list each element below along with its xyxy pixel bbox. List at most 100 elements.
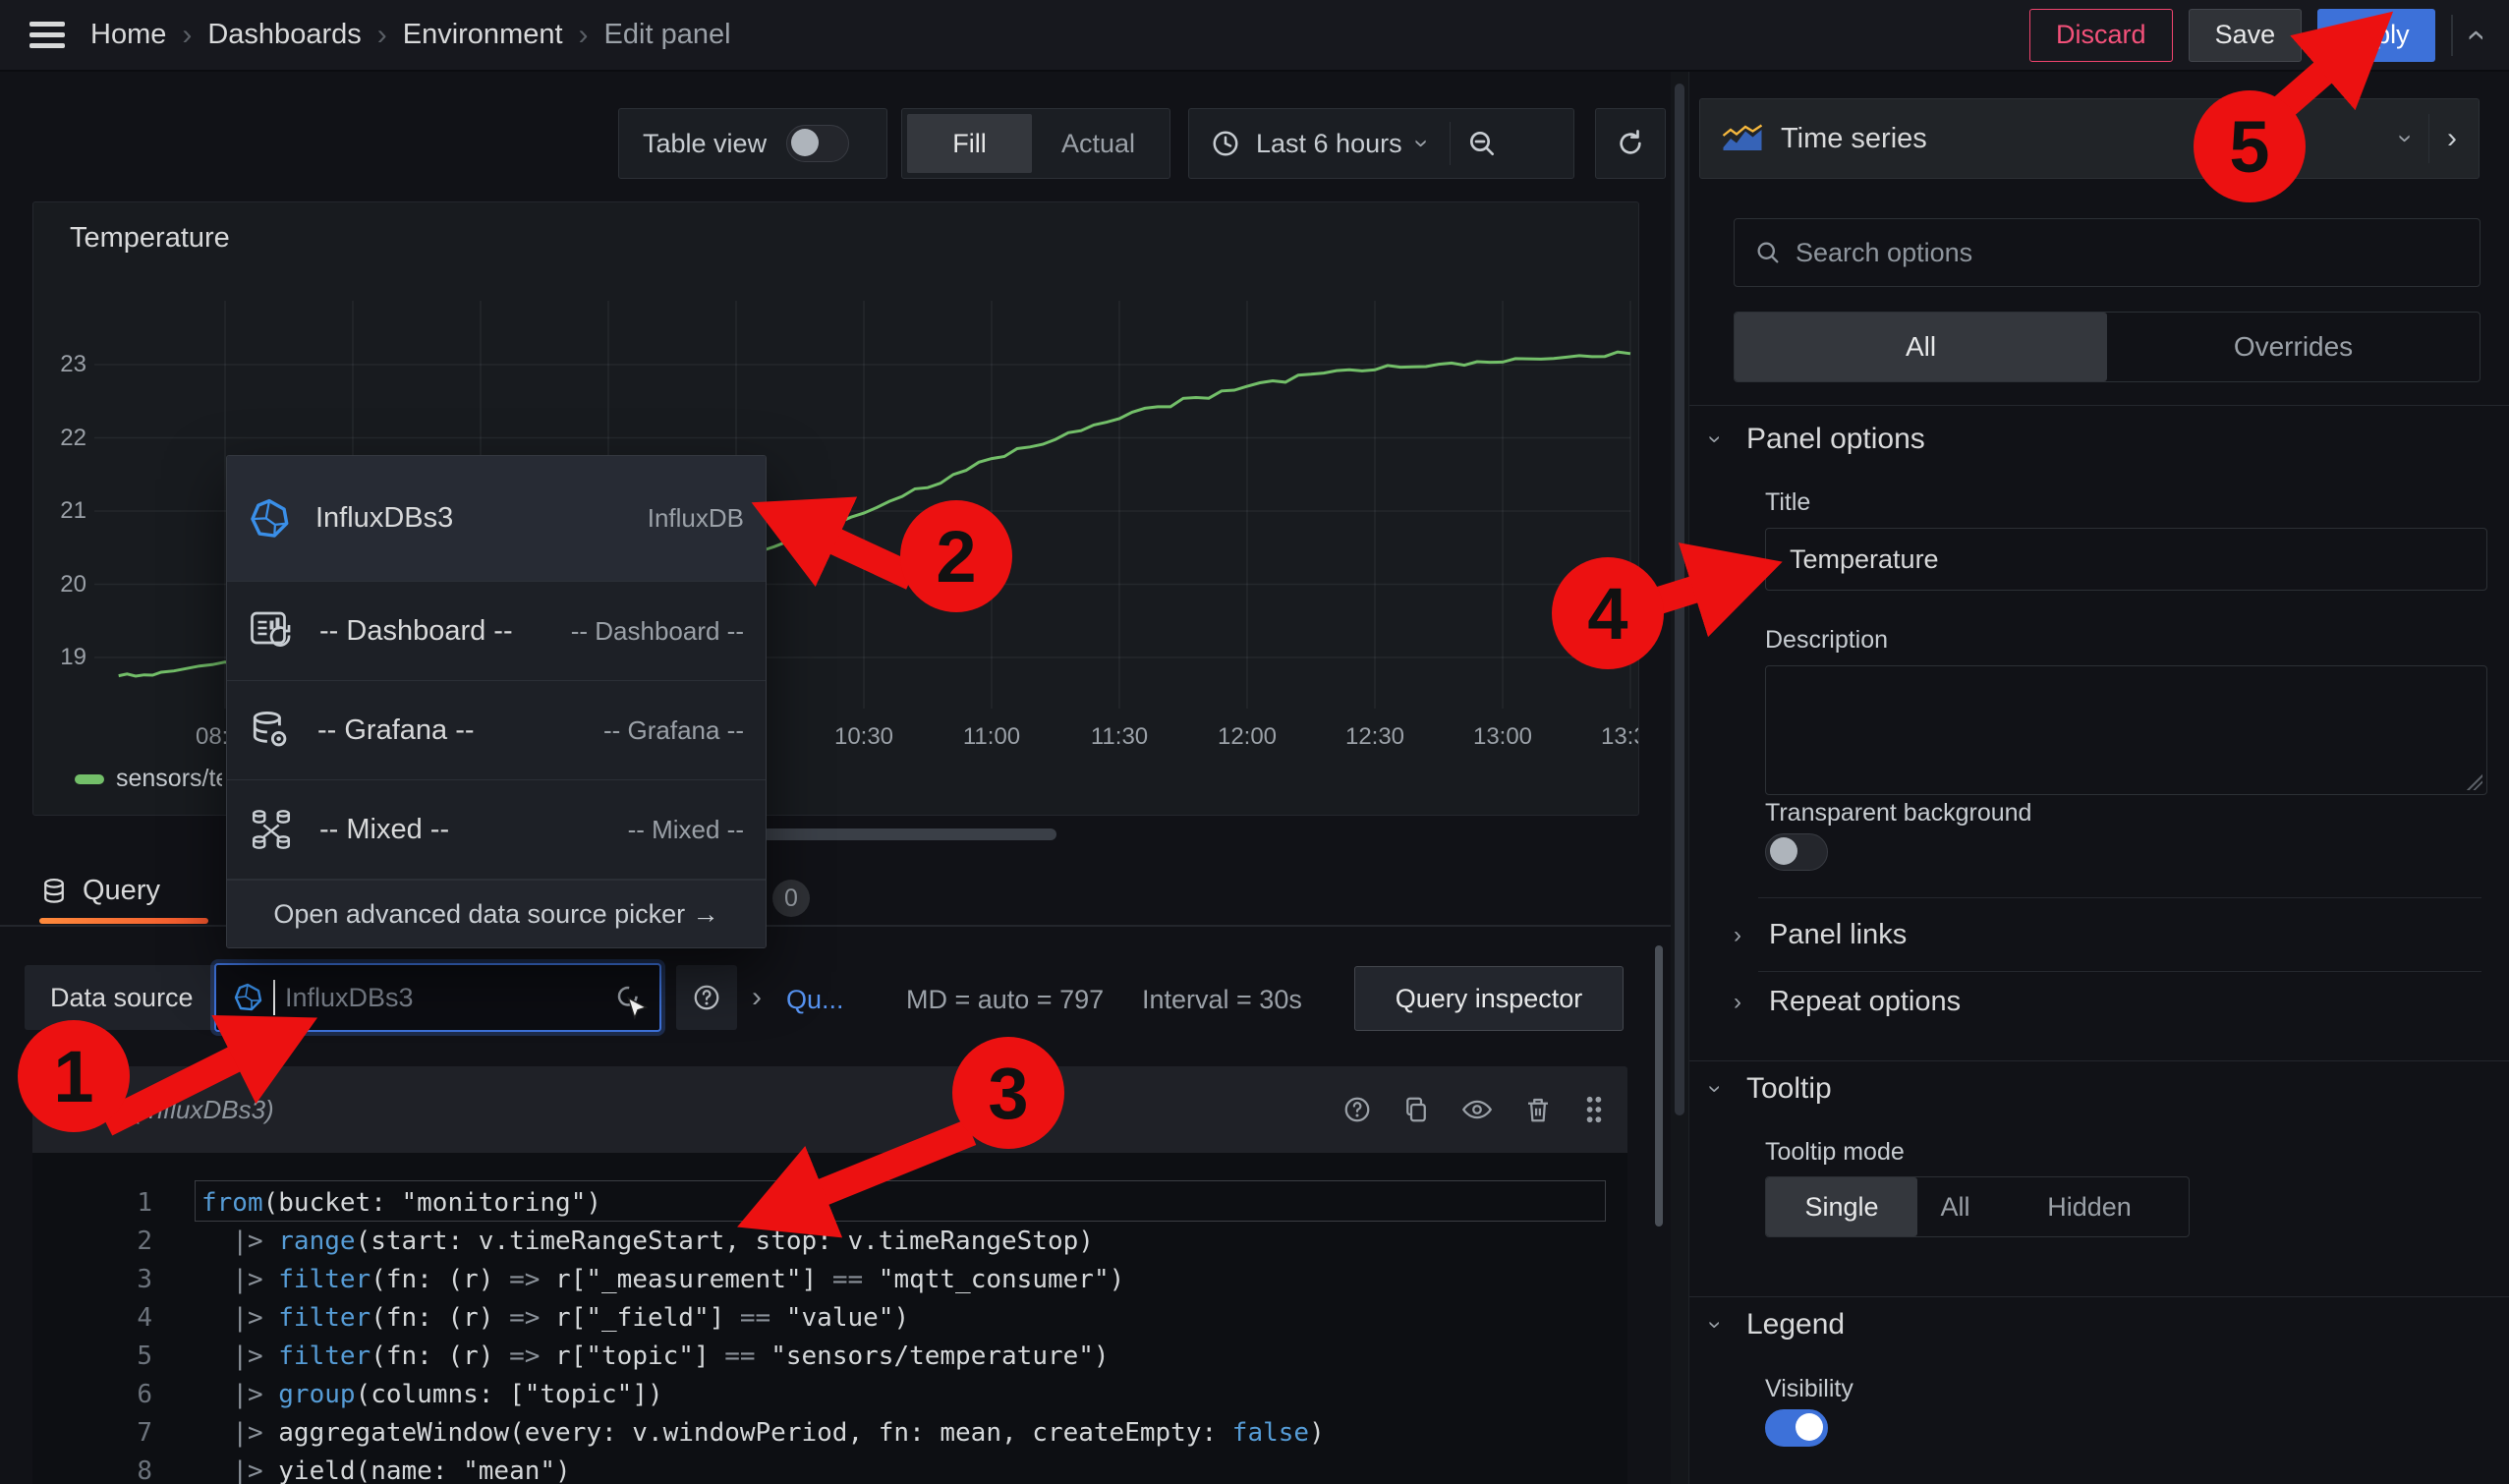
tab-overrides[interactable]: Overrides [2107,313,2480,381]
datasource-input-value: InfluxDBs3 [285,983,414,1013]
grafana-edit-panel-screen: Home › Dashboards › Environment › Edit panel D… [0,0,2509,1484]
legend-section-header[interactable]: › Legend [1711,1308,1845,1341]
datasource-picker-input[interactable]: InfluxDBs3 [214,963,661,1032]
panel-links-section[interactable]: › Panel links [1734,919,1907,951]
breadcrumb-separator: › [182,19,192,52]
table-view-label: Table view [643,129,767,159]
datasource-menu-item[interactable]: -- Mixed ---- Mixed -- [227,780,766,880]
divider [2428,114,2429,163]
query-ref-id: A [88,1094,107,1126]
open-advanced-picker-link[interactable]: Open advanced data source picker → [227,880,766,947]
line-number: 4 [32,1299,152,1338]
datasource-type: -- Grafana -- [603,715,744,746]
code-line[interactable]: 7 |> aggregateWindow(every: v.windowPeri… [32,1414,1627,1453]
datasource-menu-item[interactable]: -- Grafana ---- Grafana -- [227,681,766,780]
transparent-background-toggle[interactable] [1765,833,1828,871]
legend-visibility-toggle[interactable] [1765,1409,1828,1447]
x-tick-label: 12:30 [1331,723,1419,751]
options-filter-tabs: All Overrides [1734,312,2480,382]
toggle-visibility-icon[interactable] [1460,1095,1494,1124]
query-pane-scrollbar[interactable] [1655,945,1663,1227]
legend-item[interactable]: sensors/temperature [75,765,222,793]
collapse-chevron-icon[interactable]: › [45,1105,73,1113]
time-range-label: Last 6 hours [1256,129,1402,159]
line-number: 7 [32,1414,152,1453]
actual-option[interactable]: Actual [1032,114,1165,173]
panel-description-textarea[interactable] [1765,665,2487,795]
query-row-header[interactable]: › A (InfluxDBs3) [32,1066,1627,1153]
query-inspector-button[interactable]: Query inspector [1354,966,1624,1031]
query-options-link[interactable]: Qu... [786,985,844,1015]
datasource-menu-item[interactable]: -- Dashboard ---- Dashboard -- [227,582,766,681]
query-help-icon[interactable] [1342,1095,1372,1124]
datasource-help-button[interactable] [676,965,737,1030]
chevron-right-icon[interactable]: › [2447,124,2457,153]
breadcrumb-item[interactable]: Edit panel [604,19,731,51]
section-divider [1689,1296,2509,1297]
repeat-options-section[interactable]: › Repeat options [1734,986,1961,1018]
y-tick-label: 19 [39,644,86,671]
time-range-control[interactable]: Last 6 hours › [1188,108,1574,179]
tooltip-mode-hidden[interactable]: Hidden [1993,1177,2186,1236]
refresh-button[interactable] [1595,108,1666,179]
code-line[interactable]: 2 |> range(start: v.timeRangeStart, stop… [32,1223,1627,1261]
line-number: 2 [32,1223,152,1261]
code-line[interactable]: 8 |> yield(name: "mean") [32,1453,1627,1484]
mixed-datasource-icon [249,807,294,852]
repeat-options-label: Repeat options [1769,986,1961,1018]
legend-visibility-label: Visibility [1765,1375,1853,1403]
code-line[interactable]: 5 |> filter(fn: (r) => r["topic"] == "se… [32,1338,1627,1376]
x-tick-label: 11:30 [1075,723,1164,751]
code-line[interactable]: 3 |> filter(fn: (r) => r["_measurement"]… [32,1261,1627,1299]
save-button[interactable]: Save [2189,9,2303,62]
table-view-toggle[interactable] [786,125,849,162]
y-tick-label: 20 [39,571,86,599]
drag-handle-icon[interactable] [1582,1094,1606,1125]
query-options-chevron-icon[interactable]: › [752,983,762,1012]
code-text: |> filter(fn: (r) => r["_field"] == "val… [201,1299,909,1338]
chevron-right-icon: › [1734,924,1741,947]
breadcrumb-item[interactable]: Home [90,19,166,51]
tooltip-mode-all[interactable]: All [1917,1177,1993,1236]
description-label: Description [1765,626,1888,655]
panel-options-section-header[interactable]: › Panel options [1711,423,1925,456]
horizontal-scrollbar[interactable] [762,828,1056,840]
panel-title-input[interactable]: Temperature [1765,528,2487,591]
mouse-cursor-icon [626,997,648,1022]
code-line[interactable]: 6 |> group(columns: ["topic"]) [32,1376,1627,1414]
hamburger-menu-icon[interactable] [29,16,65,54]
duplicate-query-icon[interactable] [1401,1095,1431,1124]
fill-option[interactable]: Fill [907,114,1032,173]
divider [1450,122,1451,165]
chevron-down-icon: › [2394,135,2420,143]
options-pane-scrollbar[interactable] [1675,84,1684,1115]
tooltip-mode-single[interactable]: Single [1766,1177,1917,1236]
chevron-down-icon: › [1409,140,1435,148]
table-view-control: Table view [618,108,887,179]
divider [1758,897,2481,898]
y-tick-label: 23 [39,351,86,378]
tab-query[interactable]: Query [39,875,160,907]
y-tick-label: 21 [39,497,86,525]
datasource-menu-item[interactable]: InfluxDBs3InfluxDB [227,456,766,582]
x-tick-label: 13:30 [1586,723,1639,751]
code-line[interactable]: 4 |> filter(fn: (r) => r["_field"] == "v… [32,1299,1627,1338]
breadcrumb-item[interactable]: Dashboards [207,19,361,51]
search-options-input[interactable]: Search options [1734,218,2480,287]
chevron-up-icon[interactable]: › [2457,29,2490,40]
resize-handle[interactable] [2467,774,2482,790]
discard-button[interactable]: Discard [2029,9,2173,62]
breadcrumb[interactable]: Home›Dashboards›Environment›Edit panel [90,19,731,52]
datasource-field-label: Data source [25,965,219,1030]
visualization-picker[interactable]: Time series › › [1699,98,2480,179]
x-tick-label: 12:00 [1203,723,1291,751]
breadcrumb-item[interactable]: Environment [403,19,563,51]
delete-query-icon[interactable] [1523,1095,1553,1124]
tab-all[interactable]: All [1735,313,2107,381]
zoom-out-icon[interactable] [1466,128,1498,159]
chevron-down-icon: › [1703,1321,1727,1329]
code-text: |> filter(fn: (r) => r["_measurement"] =… [201,1261,1124,1299]
breadcrumb-separator: › [377,19,387,52]
tooltip-section-header[interactable]: › Tooltip [1711,1072,1832,1106]
apply-button[interactable]: Apply [2317,9,2435,62]
